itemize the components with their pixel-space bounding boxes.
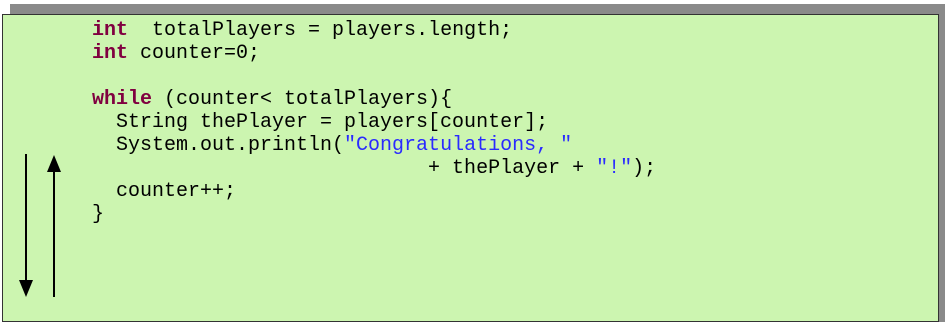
loop-arrows (19, 154, 61, 297)
code-line-9: } (92, 203, 105, 226)
keyword: int (92, 42, 129, 65)
code-line-2: int counter=0; (92, 42, 260, 65)
code-line-4: while (counter< totalPlayers){ (92, 88, 452, 111)
code-line-8: counter++; (92, 180, 237, 203)
code-text: totalPlayers = players.length; (128, 19, 513, 42)
code-line-7: + thePlayer + "!"); (92, 157, 656, 180)
code-text: (counter< totalPlayers){ (152, 88, 453, 111)
code-text: + thePlayer + (92, 157, 597, 180)
code-line-1: int totalPlayers = players.length; (92, 19, 512, 42)
code-text: counter=0; (128, 42, 261, 65)
code-line-6: System.out.println("Congratulations, " (92, 134, 572, 157)
code-block: int totalPlayers = players.length; int c… (92, 19, 656, 226)
string-literal: "!" (596, 157, 633, 180)
code-line-5: String thePlayer = players[counter]; (92, 111, 549, 134)
keyword: int (92, 19, 129, 42)
code-text: System.out.println( (92, 134, 345, 157)
arrow-down-icon (19, 154, 33, 297)
string-literal: "Congratulations, " (344, 134, 573, 157)
code-text-end: ); (632, 157, 657, 180)
keyword: while (92, 88, 153, 111)
arrow-up-icon (47, 155, 61, 297)
